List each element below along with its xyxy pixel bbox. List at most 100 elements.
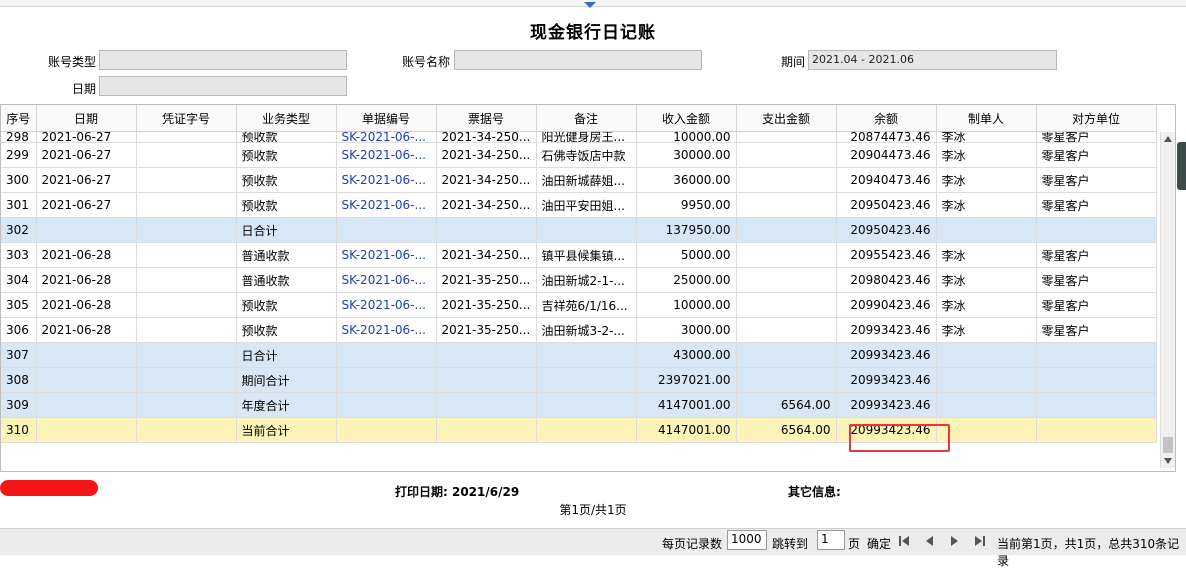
doc-number-link[interactable]: SK-2021-06-... — [342, 323, 426, 337]
cell-type: 年度合计 — [236, 392, 337, 418]
cell-doc: SK-2021-06-... — [336, 192, 437, 218]
cell-maker — [936, 392, 1037, 418]
column-header-party[interactable]: 对方单位 — [1036, 105, 1157, 132]
cell-idx: 308 — [1, 367, 37, 393]
period-label: 期间 — [780, 55, 805, 69]
column-header-date[interactable]: 日期 — [36, 105, 137, 132]
column-header-maker[interactable]: 制单人 — [936, 105, 1037, 132]
cell-date: 2021-06-28 — [36, 292, 137, 318]
doc-number-link[interactable]: SK-2021-06-... — [342, 148, 426, 162]
column-header-income[interactable]: 收入金额 — [636, 105, 737, 132]
table-row[interactable]: 303 2021-06-28 普通收款 SK-2021-06-... 2021-34-2… — [1, 242, 1157, 268]
cell-income: 4147001.00 — [636, 417, 737, 443]
cell-idx: 298 — [1, 131, 37, 143]
scroll-thumb[interactable] — [1163, 437, 1173, 453]
column-header-doc[interactable]: 单据编号 — [336, 105, 437, 132]
cell-type: 日合计 — [236, 342, 337, 368]
cell-party — [1036, 367, 1157, 393]
cell-doc: SK-2021-06-... — [336, 131, 437, 143]
page-unit-label: 页 — [848, 537, 861, 551]
table-row[interactable]: 304 2021-06-28 普通收款 SK-2021-06-... 2021-35-2… — [1, 267, 1157, 293]
table-row[interactable]: 299 2021-06-27 预收款 SK-2021-06-... 2021-34-25… — [1, 142, 1157, 168]
cell-bill: 2021-34-250... — [436, 192, 537, 218]
column-header-type[interactable]: 业务类型 — [236, 105, 337, 132]
cell-party: 零星客户 — [1036, 317, 1157, 343]
pager-bar: 每页记录数 1000 跳转到 1 页 确定 当前第1页，共1页，总共310条记录 — [0, 528, 1186, 568]
first-page-icon[interactable] — [899, 535, 911, 547]
doc-number-link[interactable]: SK-2021-06-... — [342, 132, 426, 142]
doc-number-link[interactable]: SK-2021-06-... — [342, 273, 426, 287]
cell-voucher — [136, 192, 237, 218]
account-type-label: 账号类型 — [47, 55, 96, 69]
account-type-field[interactable] — [99, 50, 347, 70]
doc-number-link[interactable]: SK-2021-06-... — [342, 298, 426, 312]
print-date: 打印日期: 2021/6/29 — [395, 485, 520, 499]
column-header-balance[interactable]: 余额 — [836, 105, 937, 132]
cell-note: 阳光健身房王... — [536, 131, 637, 143]
cell-income: 137950.00 — [636, 217, 737, 243]
cell-voucher — [136, 131, 237, 143]
column-header-expense[interactable]: 支出金额 — [736, 105, 837, 132]
column-header-bill[interactable]: 票据号 — [436, 105, 537, 132]
summary-row[interactable]: 308 期间合计 2397021.00 20993423.46 — [1, 367, 1157, 393]
summary-row[interactable]: 309 年度合计 4147001.00 6564.00 20993423.46 — [1, 392, 1157, 418]
cell-idx: 301 — [1, 192, 37, 218]
cell-balance: 20993423.46 — [836, 342, 937, 368]
cell-doc: SK-2021-06-... — [336, 317, 437, 343]
cell-idx: 303 — [1, 242, 37, 268]
cell-doc — [336, 342, 437, 368]
cell-voucher — [136, 392, 237, 418]
collapse-toggle-icon[interactable] — [584, 2, 596, 8]
column-header-idx[interactable]: 序号 — [1, 105, 37, 132]
column-header-voucher[interactable]: 凭证字号 — [136, 105, 237, 132]
cell-doc: SK-2021-06-... — [336, 142, 437, 168]
confirm-button[interactable]: 确定 — [867, 535, 891, 552]
cell-balance: 20950423.46 — [836, 217, 937, 243]
doc-number-link[interactable]: SK-2021-06-... — [342, 173, 426, 187]
journal-grid: 序号 日期 凭证字号 业务类型 单据编号 票据号 备注 收入金额 支出金额 余额 制单人 对方单位 2… — [0, 104, 1176, 472]
cell-date: 2021-06-27 — [36, 167, 137, 193]
table-row[interactable]: 305 2021-06-28 预收款 SK-2021-06-... 2021-35-25… — [1, 292, 1157, 318]
total-row[interactable]: 310 当前合计 4147001.00 6564.00 20993423.46 — [1, 417, 1157, 443]
cell-maker: 李冰 — [936, 317, 1037, 343]
cell-expense — [736, 367, 837, 393]
cell-note: 油田平安田姐... — [536, 192, 637, 218]
scroll-up-icon[interactable] — [1164, 136, 1172, 142]
column-header-note[interactable]: 备注 — [536, 105, 637, 132]
period-field[interactable]: 2021.04 - 2021.06 — [808, 50, 1057, 70]
cell-bill: 2021-34-250... — [436, 167, 537, 193]
cell-voucher — [136, 217, 237, 243]
doc-number-link[interactable]: SK-2021-06-... — [342, 198, 426, 212]
next-page-icon[interactable] — [949, 535, 961, 547]
summary-row[interactable]: 307 日合计 43000.00 20993423.46 — [1, 342, 1157, 368]
per-page-input[interactable]: 1000 — [727, 530, 767, 550]
date-label: 日期 — [71, 82, 96, 96]
cell-date — [36, 417, 137, 443]
table-row[interactable]: 301 2021-06-27 预收款 SK-2021-06-... 2021-34-25… — [1, 192, 1157, 218]
cell-party: 零星客户 — [1036, 131, 1157, 143]
cell-note — [536, 217, 637, 243]
summary-row[interactable]: 302 日合计 137950.00 20950423.46 — [1, 217, 1157, 243]
cell-expense — [736, 142, 837, 168]
cell-expense — [736, 131, 837, 143]
account-name-field[interactable] — [454, 50, 702, 70]
cell-party — [1036, 217, 1157, 243]
side-panel-handle[interactable] — [1177, 142, 1186, 190]
cell-voucher — [136, 367, 237, 393]
table-row[interactable]: 300 2021-06-27 预收款 SK-2021-06-... 2021-34-25… — [1, 167, 1157, 193]
date-field[interactable] — [99, 76, 347, 96]
prev-page-icon[interactable] — [924, 535, 936, 547]
cell-bill: 2021-35-250... — [436, 317, 537, 343]
table-row[interactable]: 306 2021-06-28 预收款 SK-2021-06-... 2021-35-25… — [1, 317, 1157, 343]
goto-page-input[interactable]: 1 — [817, 530, 845, 550]
doc-number-link[interactable]: SK-2021-06-... — [342, 248, 426, 262]
cell-doc: SK-2021-06-... — [336, 167, 437, 193]
cell-bill — [436, 342, 537, 368]
cell-expense — [736, 342, 837, 368]
last-page-icon[interactable] — [974, 535, 986, 547]
cell-type: 预收款 — [236, 317, 337, 343]
scroll-down-icon[interactable] — [1164, 458, 1172, 464]
page-title: 现金银行日记账 — [530, 23, 656, 43]
vertical-scrollbar[interactable] — [1160, 132, 1175, 468]
table-row[interactable]: 298 2021-06-27 预收款 SK-2021-06-... 2021-34-25… — [1, 131, 1157, 143]
